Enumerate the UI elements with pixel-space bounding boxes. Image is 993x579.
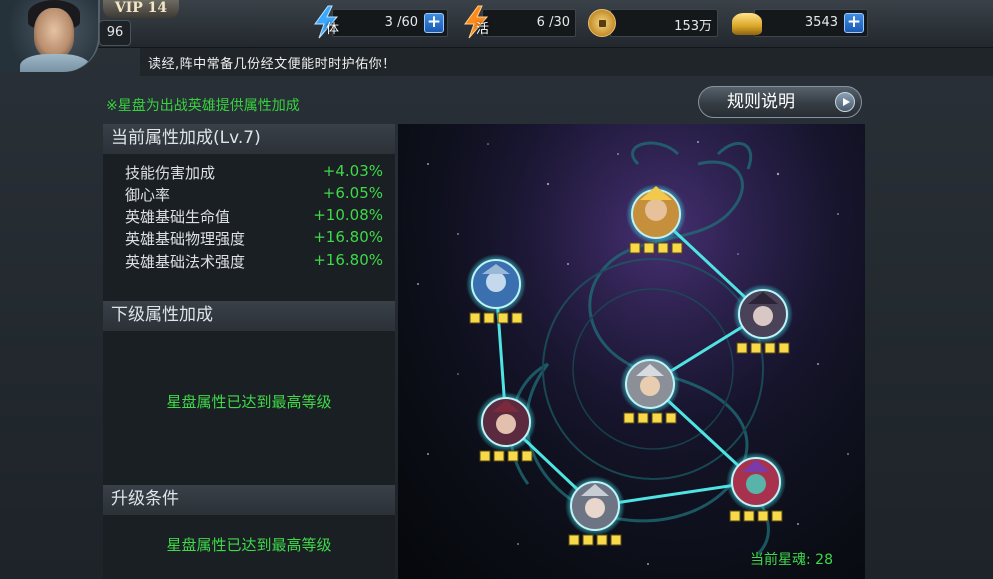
- hero-node-top[interactable]: [626, 184, 686, 244]
- rating-star-icon: [657, 242, 669, 254]
- rating-star-icon: [493, 450, 505, 462]
- stat-name: 御心率: [125, 186, 171, 204]
- stamina-icon-label: 体: [326, 22, 340, 37]
- vitality-resource: 活 6 /30: [460, 5, 576, 39]
- stat-value: +16.80%: [313, 228, 383, 246]
- current-bonus-header: 当前属性加成(Lv.7): [103, 124, 395, 154]
- rating-star-icon: [729, 510, 741, 522]
- hero-node-lower-right[interactable]: [726, 452, 786, 512]
- rating-star-icon: [743, 510, 755, 522]
- attribute-panel: 当前属性加成(Lv.7) 技能伤害加成 +4.03% 御心率 +6.05% 英雄…: [103, 124, 395, 579]
- rating-star-icon: [771, 510, 783, 522]
- rating-star-icon: [582, 534, 594, 546]
- stat-row: 技能伤害加成 +4.03%: [125, 162, 383, 184]
- stat-name: 英雄基础生命值: [125, 208, 231, 226]
- stat-name: 英雄基础法术强度: [125, 253, 246, 271]
- rating-star-icon: [757, 510, 769, 522]
- play-arrow-icon: [835, 92, 855, 112]
- coin-icon: [588, 9, 616, 37]
- stamina-value: 3 /60: [384, 15, 418, 30]
- player-level: 96: [99, 20, 131, 46]
- hero-node-center[interactable]: [620, 354, 680, 414]
- vip-badge[interactable]: VIP 14: [103, 0, 179, 18]
- rating-star-icon: [623, 412, 635, 424]
- stat-row: 英雄基础法术强度 +16.80%: [125, 251, 383, 273]
- star-soul-count: 当前星魂: 28: [750, 552, 833, 568]
- next-bonus-message: 星盘属性已达到最高等级: [166, 393, 332, 411]
- star-chart-hint: ※星盘为出战英雄提供属性加成: [106, 98, 300, 114]
- rating-star-icon: [671, 242, 683, 254]
- rating-star-icon: [778, 342, 790, 354]
- stat-value: +16.80%: [313, 251, 383, 269]
- add-stamina-button[interactable]: +: [424, 13, 444, 33]
- rating-star-icon: [469, 312, 481, 324]
- add-ingot-button[interactable]: +: [844, 13, 864, 33]
- gold-ingot-icon: [732, 13, 762, 35]
- rating-star-icon: [596, 534, 608, 546]
- nebula-glow: [398, 124, 865, 579]
- hero-node-left[interactable]: [476, 392, 536, 452]
- scrolling-ticker: 读经,阵中常备几份经文便能时时护佑你！: [148, 57, 396, 72]
- rating-star-icon: [568, 534, 580, 546]
- avatar-robe: [20, 54, 90, 72]
- stat-row: 英雄基础生命值 +10.08%: [125, 206, 383, 228]
- stat-name: 英雄基础物理强度: [125, 230, 246, 248]
- rating-star-icon: [479, 450, 491, 462]
- rating-star-icon: [629, 242, 641, 254]
- rules-button[interactable]: 规则说明: [698, 86, 862, 118]
- rating-star-icon: [511, 312, 523, 324]
- stat-value: +10.08%: [313, 206, 383, 224]
- stamina-resource: 体 3 /60 +: [310, 5, 448, 39]
- stat-value: +6.05%: [322, 184, 383, 202]
- stat-name: 技能伤害加成: [125, 164, 216, 182]
- rating-star-icon: [665, 412, 677, 424]
- ingot-value: 3543: [804, 15, 838, 30]
- rating-star-icon: [483, 312, 495, 324]
- upgrade-condition-message: 星盘属性已达到最高等级: [166, 536, 332, 554]
- rating-star-icon: [764, 342, 776, 354]
- star-chart-panel: 当前星魂: 28: [398, 124, 865, 579]
- coin-value: 153万: [674, 19, 712, 34]
- rating-star-icon: [643, 242, 655, 254]
- rules-button-label: 规则说明: [727, 92, 795, 112]
- rating-star-icon: [651, 412, 663, 424]
- hero-node-bottom[interactable]: [565, 476, 625, 536]
- next-bonus-header: 下级属性加成: [103, 301, 395, 331]
- rating-star-icon: [637, 412, 649, 424]
- rating-star-icon: [750, 342, 762, 354]
- stat-row: 御心率 +6.05%: [125, 184, 383, 206]
- player-avatar[interactable]: [0, 0, 100, 72]
- stat-row: 英雄基础物理强度 +16.80%: [125, 228, 383, 250]
- vitality-value: 6 /30: [536, 15, 570, 30]
- rating-star-icon: [507, 450, 519, 462]
- hero-node-upper-right[interactable]: [733, 284, 793, 344]
- coin-resource: 153万: [588, 9, 718, 37]
- hero-node-upper-left[interactable]: [466, 254, 526, 314]
- ingot-resource: 3543 +: [732, 9, 868, 37]
- rating-star-icon: [610, 534, 622, 546]
- vitality-icon-label: 活: [476, 22, 490, 37]
- star-chart-canvas: [398, 124, 865, 579]
- rating-star-icon: [736, 342, 748, 354]
- avatar-face: [34, 8, 74, 58]
- rating-star-icon: [521, 450, 533, 462]
- upgrade-condition-header: 升级条件: [103, 485, 395, 515]
- rating-star-icon: [497, 312, 509, 324]
- stat-value: +4.03%: [322, 162, 383, 180]
